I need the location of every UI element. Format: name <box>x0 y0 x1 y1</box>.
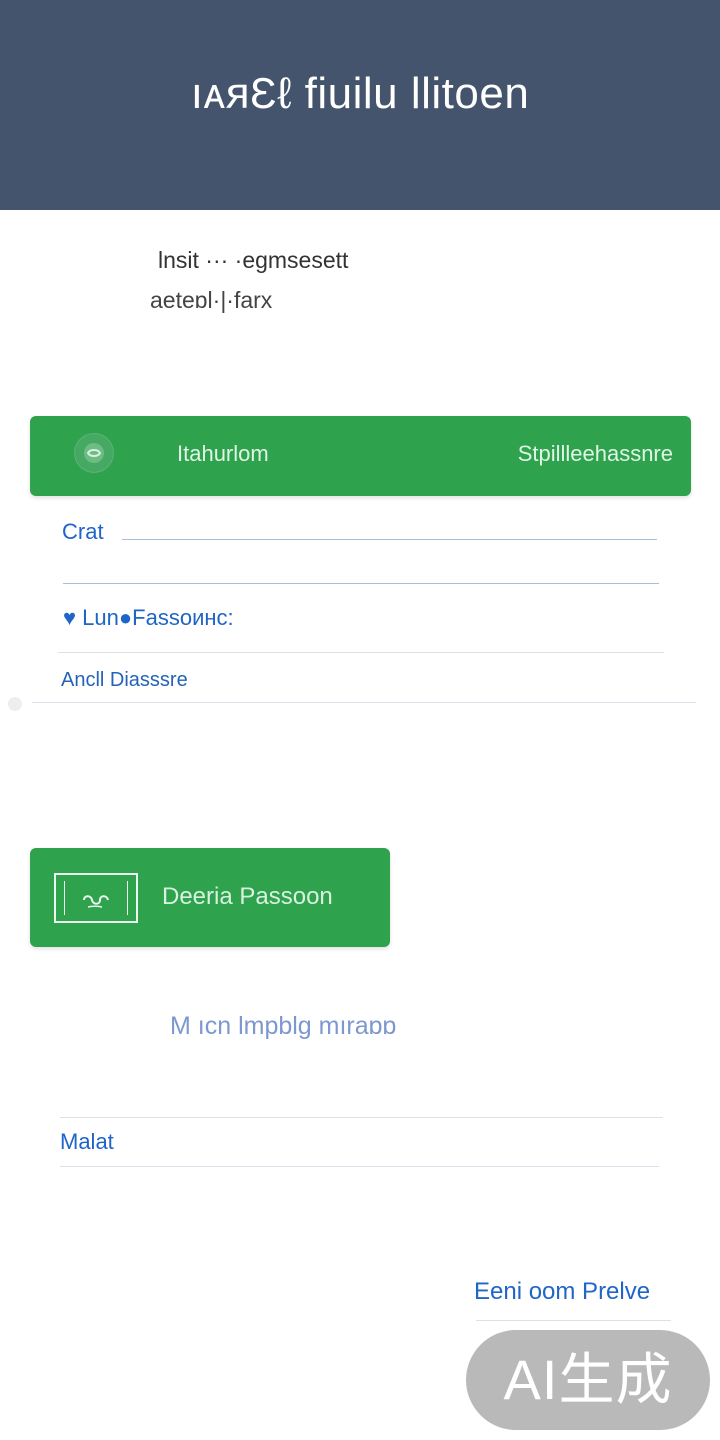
intro-text-line-one: lnsit ··· ·egmsesett <box>158 247 349 273</box>
footer-link-underline <box>476 1320 671 1321</box>
field-one-line[interactable] <box>122 539 657 540</box>
primary-action-bar[interactable]: Itahurlom Stpillleehassnre <box>30 416 691 496</box>
password-action-button[interactable]: Deeria Passoon <box>30 848 390 947</box>
primary-right-label: Stpillleehassnre <box>517 441 673 466</box>
primary-left-label: Itahurlom <box>177 441 269 466</box>
intro-text-line-two: aetеɒl·|·farx <box>150 287 273 313</box>
field-divider-one <box>63 583 659 584</box>
footer-link[interactable]: Eeni oom Prelve <box>474 1277 650 1307</box>
ai-generated-badge: AI生成 <box>466 1330 710 1430</box>
field-three-line[interactable] <box>32 702 696 703</box>
field-two-line[interactable] <box>58 652 664 653</box>
bottom-field-top-line <box>60 1117 663 1118</box>
center-message: M ıcn lmpblg mıraɒɒ <box>170 1012 397 1040</box>
page-title: ıᴀᴙƐℓ fiuilu llitoen <box>190 69 530 118</box>
bottom-field-line[interactable] <box>60 1166 659 1167</box>
field-two-label: ♥ Lun●Fassoинc: <box>63 605 234 630</box>
field-three-label: Ancll Diasssre <box>61 669 188 691</box>
header-bar: ıᴀᴙƐℓ fiuilu llitoen <box>0 0 720 210</box>
field-one-label: Crat <box>62 519 104 544</box>
password-button-label: Deeria Passoon <box>162 883 333 910</box>
bottom-field-label: Malat <box>60 1129 114 1154</box>
circle-icon <box>74 433 114 473</box>
password-key-icon <box>54 873 138 923</box>
radio-dot[interactable] <box>8 697 22 711</box>
